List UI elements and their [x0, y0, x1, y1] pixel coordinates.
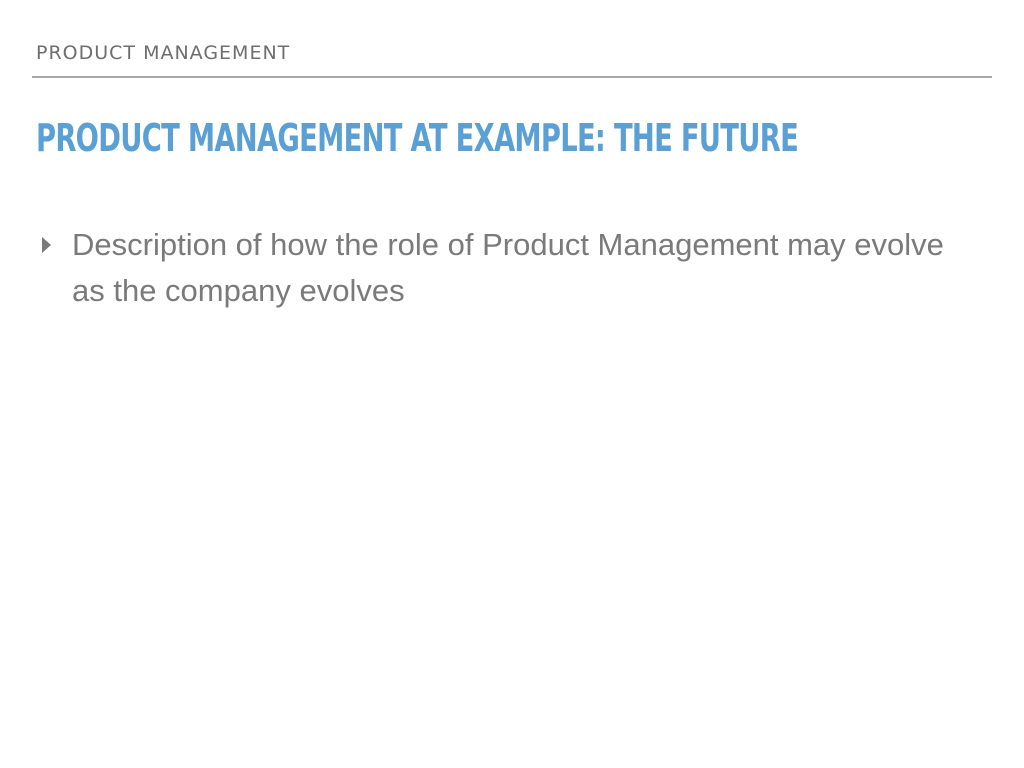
bullet-item: Description of how the role of Product M… [36, 222, 976, 314]
bullet-list: Description of how the role of Product M… [36, 222, 976, 314]
bullet-text: Description of how the role of Product M… [72, 227, 944, 308]
slide-title: PRODUCT MANAGEMENT AT EXAMPLE: THE FUTUR… [36, 116, 799, 160]
slide: PRODUCT MANAGEMENT PRODUCT MANAGEMENT AT… [0, 0, 1024, 768]
header-divider [32, 76, 992, 78]
triangle-bullet-icon [42, 237, 51, 253]
section-header: PRODUCT MANAGEMENT [36, 42, 291, 64]
